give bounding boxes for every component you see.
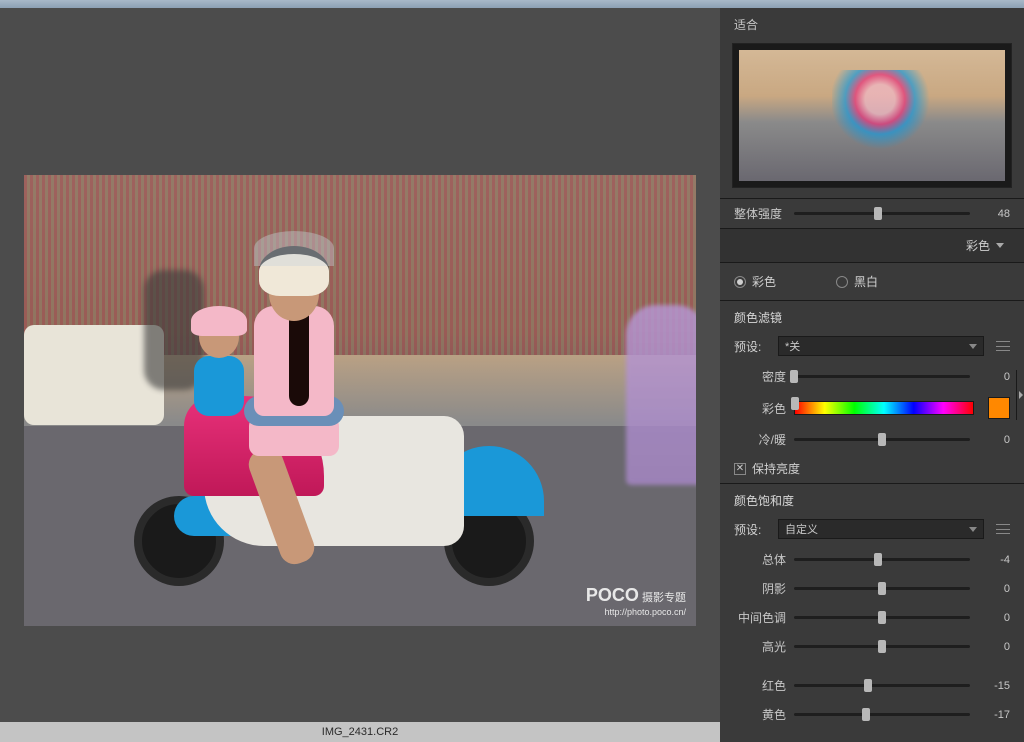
slider-thumb[interactable] xyxy=(878,433,886,446)
slider-value: 0 xyxy=(978,612,1010,624)
slider-thumb[interactable] xyxy=(874,553,882,566)
panel-expand-handle[interactable] xyxy=(1016,370,1024,420)
slider-value: -17 xyxy=(978,709,1010,721)
slider-value: 0 xyxy=(978,434,1010,446)
radio-icon xyxy=(836,276,848,288)
slider-thumb[interactable] xyxy=(874,207,882,220)
sat-midtones-slider[interactable] xyxy=(794,616,970,619)
rider-figure xyxy=(224,246,374,496)
preset-label: 预设: xyxy=(734,338,770,355)
slider-thumb[interactable] xyxy=(790,370,798,383)
slider-thumb[interactable] xyxy=(878,582,886,595)
slider-value: 0 xyxy=(978,583,1010,595)
adjustments-panel: 适合 整体强度 48 彩色 彩色 黑白 颜色滤镜 xyxy=(720,8,1024,742)
slider-value: -15 xyxy=(978,680,1010,692)
preview-image xyxy=(739,50,1005,181)
slider-label: 彩色 xyxy=(734,400,786,417)
slider-label: 红色 xyxy=(734,677,786,694)
overall-intensity-row: 整体强度 48 xyxy=(720,199,1024,228)
mode-dropdown[interactable]: 彩色 xyxy=(720,228,1024,263)
menu-icon[interactable] xyxy=(996,341,1010,351)
sat-overall-slider[interactable] xyxy=(794,558,970,561)
color-mode-radios: 彩色 黑白 xyxy=(720,263,1024,300)
slider-label: 黄色 xyxy=(734,706,786,723)
sat-red-slider[interactable] xyxy=(794,684,970,687)
sat-yellow-row: 黄色 -17 xyxy=(720,700,1024,729)
slider-thumb[interactable] xyxy=(862,708,870,721)
fit-label[interactable]: 适合 xyxy=(720,8,1024,39)
slider-label: 总体 xyxy=(734,551,786,568)
sat-highlights-row: 高光 0 xyxy=(720,632,1024,661)
radio-label: 彩色 xyxy=(752,273,776,290)
temp-row: 冷/暖 0 xyxy=(720,425,1024,454)
saturation-preset-row: 预设: 自定义 xyxy=(720,513,1024,545)
watermark-url: http://photo.poco.cn/ xyxy=(604,607,686,617)
radio-icon xyxy=(734,276,746,288)
hue-gradient-slider[interactable] xyxy=(794,401,974,415)
density-row: 密度 0 xyxy=(720,362,1024,391)
temp-slider[interactable] xyxy=(794,438,970,441)
slider-value: 0 xyxy=(978,641,1010,653)
menu-icon[interactable] xyxy=(996,524,1010,534)
slider-thumb[interactable] xyxy=(878,611,886,624)
preset-label: 预设: xyxy=(734,521,770,538)
rider-visor xyxy=(254,231,334,266)
radio-label: 黑白 xyxy=(854,273,878,290)
saturation-title: 颜色饱和度 xyxy=(720,483,1024,513)
slider-label: 中间色调 xyxy=(734,609,786,626)
slider-label: 阴影 xyxy=(734,580,786,597)
density-slider[interactable] xyxy=(794,375,970,378)
color-filter-title: 颜色滤镜 xyxy=(720,300,1024,330)
window-titlebar xyxy=(0,0,1024,8)
watermark-logo: POCO xyxy=(586,585,639,605)
filter-color-row: 彩色 xyxy=(720,391,1024,425)
slider-label: 高光 xyxy=(734,638,786,655)
watermark: POCO 摄影专题 http://photo.poco.cn/ xyxy=(586,585,686,618)
chevron-down-icon xyxy=(996,243,1004,248)
slider-thumb[interactable] xyxy=(791,397,799,410)
select-value: 自定义 xyxy=(785,521,818,537)
radio-bw[interactable]: 黑白 xyxy=(836,273,878,290)
image-canvas[interactable]: POCO 摄影专题 http://photo.poco.cn/ xyxy=(24,175,696,626)
slider-thumb[interactable] xyxy=(878,640,886,653)
checkbox-label: 保持亮度 xyxy=(752,460,800,477)
slider-label: 整体强度 xyxy=(734,205,786,222)
sat-midtones-row: 中间色调 0 xyxy=(720,603,1024,632)
canvas-area: POCO 摄影专题 http://photo.poco.cn/ xyxy=(0,8,720,722)
preview-thumbnail[interactable] xyxy=(732,43,1012,188)
slider-thumb[interactable] xyxy=(864,679,872,692)
sat-highlights-slider[interactable] xyxy=(794,645,970,648)
watermark-title: 摄影专题 xyxy=(642,592,686,604)
slider-label: 密度 xyxy=(734,368,786,385)
filename-bar: IMG_2431.CR2 xyxy=(0,722,720,742)
sat-shadows-slider[interactable] xyxy=(794,587,970,590)
slider-value: -4 xyxy=(978,554,1010,566)
slider-label: 冷/暖 xyxy=(734,431,786,448)
preserve-luminosity-row[interactable]: 保持亮度 xyxy=(720,454,1024,483)
dropdown-label: 彩色 xyxy=(966,237,990,254)
filename-text: IMG_2431.CR2 xyxy=(322,726,398,738)
saturation-preset-select[interactable]: 自定义 xyxy=(778,519,984,539)
filter-preset-select[interactable]: *关 xyxy=(778,336,984,356)
slider-value: 0 xyxy=(978,371,1010,383)
filter-preset-row: 预设: *关 xyxy=(720,330,1024,362)
checkbox-icon[interactable] xyxy=(734,463,746,475)
sat-overall-row: 总体 -4 xyxy=(720,545,1024,574)
bg-rider xyxy=(626,305,696,485)
sat-red-row: 红色 -15 xyxy=(720,671,1024,700)
radio-color[interactable]: 彩色 xyxy=(734,273,776,290)
color-swatch[interactable] xyxy=(988,397,1010,419)
overall-intensity-slider[interactable] xyxy=(794,212,970,215)
select-value: *关 xyxy=(785,338,800,354)
slider-value: 48 xyxy=(978,208,1010,220)
sat-shadows-row: 阴影 0 xyxy=(720,574,1024,603)
sat-yellow-slider[interactable] xyxy=(794,713,970,716)
